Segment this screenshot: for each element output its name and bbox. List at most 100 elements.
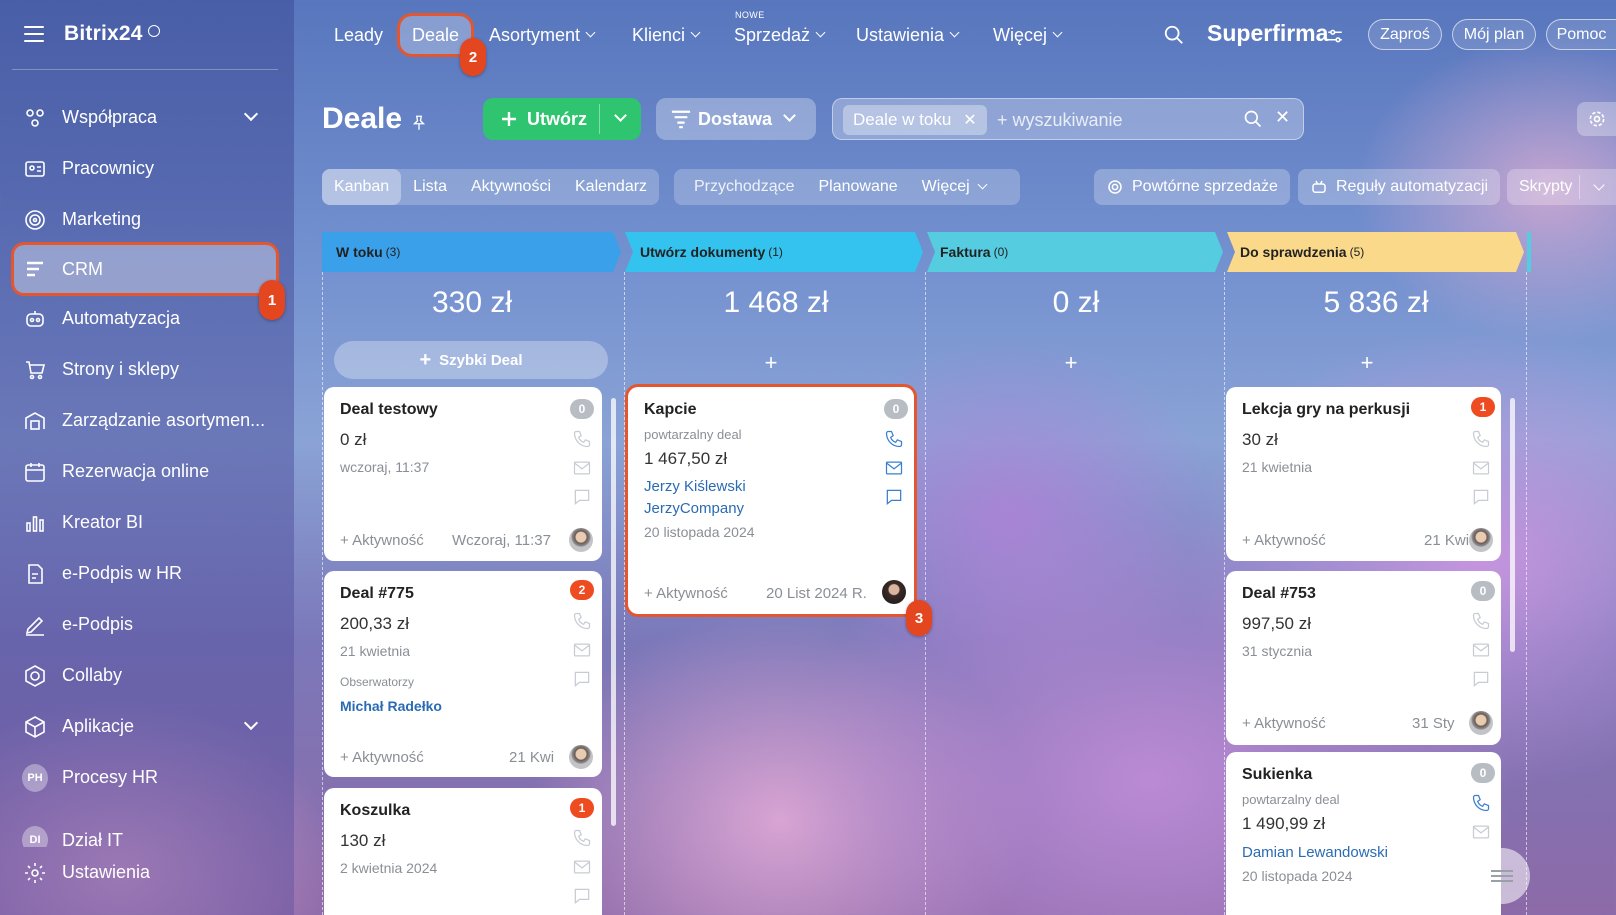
sidebar-item-ustawienia[interactable]: Ustawienia — [0, 847, 294, 898]
pipeline-select[interactable]: Dostawa — [656, 98, 816, 140]
deal-card[interactable]: Sukienka 0 powtarzalny deal 1 490,99 zł … — [1226, 752, 1501, 915]
sidebar-item-asortyment[interactable]: Zarządzanie asortymen... — [0, 395, 294, 446]
stage-do-sprawdzenia[interactable]: Do sprawdzenia (5) — [1226, 232, 1364, 272]
add-activity-link[interactable]: + Aktywność — [340, 532, 424, 549]
topnav-ustawienia[interactable]: Ustawienia — [856, 0, 960, 70]
avatar[interactable] — [882, 580, 906, 604]
search-icon[interactable] — [1163, 24, 1185, 46]
add-activity-link[interactable]: + Aktywność — [1242, 715, 1326, 732]
deal-title[interactable]: Deal #775 — [340, 585, 414, 603]
sidebar-item-strony[interactable]: Strony i sklepy — [0, 344, 294, 395]
deal-card[interactable]: Lekcja gry na perkusji 1 30 zł 21 kwietn… — [1226, 387, 1501, 561]
phone-icon[interactable] — [1471, 611, 1491, 631]
sidebar-item-wspolpraca[interactable]: Współpraca — [0, 92, 294, 143]
close-icon[interactable]: ✕ — [963, 110, 976, 130]
avatar[interactable] — [1469, 528, 1493, 552]
deal-card-kapcie[interactable]: Kapcie 0 powtarzalny deal 1 467,50 zł Je… — [628, 387, 914, 614]
search-input[interactable] — [997, 105, 1227, 135]
deal-title[interactable]: Deal #753 — [1242, 585, 1316, 603]
add-activity-link[interactable]: + Aktywność — [340, 749, 424, 766]
settings-button[interactable] — [1577, 102, 1616, 136]
mail-icon[interactable] — [1471, 458, 1491, 478]
chevron-down-icon[interactable] — [243, 106, 259, 122]
mail-icon[interactable] — [1471, 640, 1491, 660]
sidebar-item-marketing[interactable]: Marketing — [0, 194, 294, 245]
help-button[interactable]: Pomoc — [1546, 19, 1616, 50]
phone-icon[interactable] — [1471, 793, 1491, 813]
scripts-button[interactable]: Skrypty — [1507, 169, 1616, 205]
sidebar-item-epodpis-hr[interactable]: e-Podpis w HR — [0, 548, 294, 599]
column-scrollbar[interactable] — [611, 398, 616, 826]
create-button[interactable]: Utwórz — [483, 98, 641, 140]
deal-card[interactable]: Deal #753 0 997,50 zł 31 stycznia + Akty… — [1226, 571, 1501, 745]
deal-card[interactable]: Koszulka 1 130 zł 2 kwietnia 2024 — [324, 788, 602, 915]
deal-title[interactable]: Kapcie — [644, 401, 696, 419]
add-activity-link[interactable]: + Aktywność — [644, 585, 728, 602]
contact-link[interactable]: Jerzy Kiślewski — [644, 478, 746, 495]
stage-w-toku[interactable]: W toku (3) — [322, 232, 400, 272]
sidebar-item-kreator-bi[interactable]: Kreator BI — [0, 497, 294, 548]
close-icon[interactable]: ✕ — [1275, 107, 1290, 128]
filter-przychodzace[interactable]: Przychodzące — [674, 169, 807, 205]
sidebar-item-procesy-hr[interactable]: PH Procesy HR — [0, 752, 294, 803]
view-kanban[interactable]: Kanban — [322, 169, 402, 205]
view-lista[interactable]: Lista — [401, 169, 459, 205]
filter-wiecej[interactable]: Więcej — [910, 169, 998, 205]
chevron-down-icon[interactable] — [1593, 179, 1605, 191]
menu-hamburger-icon[interactable] — [24, 26, 44, 42]
sidebar-item-automatyzacja[interactable]: Automatyzacja — [0, 293, 294, 344]
topnav-sprzedaz[interactable]: Sprzedaż — [734, 0, 826, 70]
avatar[interactable] — [1469, 711, 1493, 735]
observer-link[interactable]: Michał Radełko — [340, 698, 442, 714]
automation-rules-button[interactable]: Reguły automatyzacji — [1298, 169, 1501, 205]
add-deal-plus-icon[interactable]: + — [1056, 350, 1086, 375]
search-icon[interactable] — [1243, 109, 1263, 129]
mail-icon[interactable] — [572, 640, 592, 660]
repeat-sales-button[interactable]: Powtórne sprzedaże — [1094, 169, 1290, 205]
chat-icon[interactable] — [572, 669, 592, 689]
mail-icon[interactable] — [572, 857, 592, 877]
company-name[interactable]: Superfirma — [1207, 20, 1328, 47]
settings-sliders-icon[interactable] — [1326, 27, 1344, 45]
my-plan-button[interactable]: Mój plan — [1452, 19, 1536, 50]
column-scrollbar[interactable] — [1510, 398, 1515, 652]
topnav-leady[interactable]: Leady — [334, 0, 383, 70]
deal-title[interactable]: Lekcja gry na perkusji — [1242, 401, 1410, 419]
filter-search-box[interactable]: Deale w toku ✕ ✕ — [832, 98, 1304, 140]
sidebar-item-dzial-it[interactable]: DI Dział IT — [0, 803, 294, 847]
add-deal-plus-icon[interactable]: + — [1352, 350, 1382, 375]
filter-chip[interactable]: Deale w toku ✕ — [843, 105, 987, 135]
topnav-klienci[interactable]: Klienci — [632, 0, 701, 70]
phone-icon[interactable] — [1471, 429, 1491, 449]
contact-link[interactable]: Damian Lewandowski — [1242, 844, 1388, 861]
avatar[interactable] — [569, 745, 593, 769]
stage-utworz-dokumenty[interactable]: Utwórz dokumenty (1) — [626, 232, 783, 272]
chat-icon[interactable] — [572, 487, 592, 507]
phone-icon[interactable] — [884, 429, 904, 449]
view-aktywnosci[interactable]: Aktywności — [459, 169, 563, 205]
sidebar-item-rezerwacja[interactable]: Rezerwacja online — [0, 446, 294, 497]
deal-title[interactable]: Deal testowy — [340, 401, 438, 419]
add-deal-plus-icon[interactable]: + — [756, 350, 786, 375]
sidebar-item-crm[interactable]: CRM — [14, 245, 276, 293]
brand-logo[interactable]: Bitrix24 — [64, 22, 143, 46]
deal-title[interactable]: Koszulka — [340, 802, 410, 820]
mail-icon[interactable] — [1471, 822, 1491, 842]
sidebar-item-pracownicy[interactable]: Pracownicy — [0, 143, 294, 194]
phone-icon[interactable] — [572, 429, 592, 449]
topnav-asortyment[interactable]: Asortyment — [489, 0, 596, 70]
quick-deal-button[interactable]: + Szybki Deal — [334, 341, 608, 379]
avatar[interactable] — [569, 528, 593, 552]
mail-icon[interactable] — [572, 458, 592, 478]
pin-icon[interactable] — [410, 114, 428, 132]
deal-title[interactable]: Sukienka — [1242, 766, 1312, 784]
chat-icon[interactable] — [884, 487, 904, 507]
topnav-wiecej[interactable]: Więcej — [993, 0, 1063, 70]
invite-button[interactable]: Zaproś — [1368, 19, 1442, 50]
phone-icon[interactable] — [572, 828, 592, 848]
chevron-down-icon[interactable] — [243, 715, 259, 731]
company-link[interactable]: JerzyCompany — [644, 500, 744, 517]
phone-icon[interactable] — [572, 611, 592, 631]
filter-planowane[interactable]: Planowane — [807, 169, 910, 205]
chat-icon[interactable] — [1471, 669, 1491, 689]
